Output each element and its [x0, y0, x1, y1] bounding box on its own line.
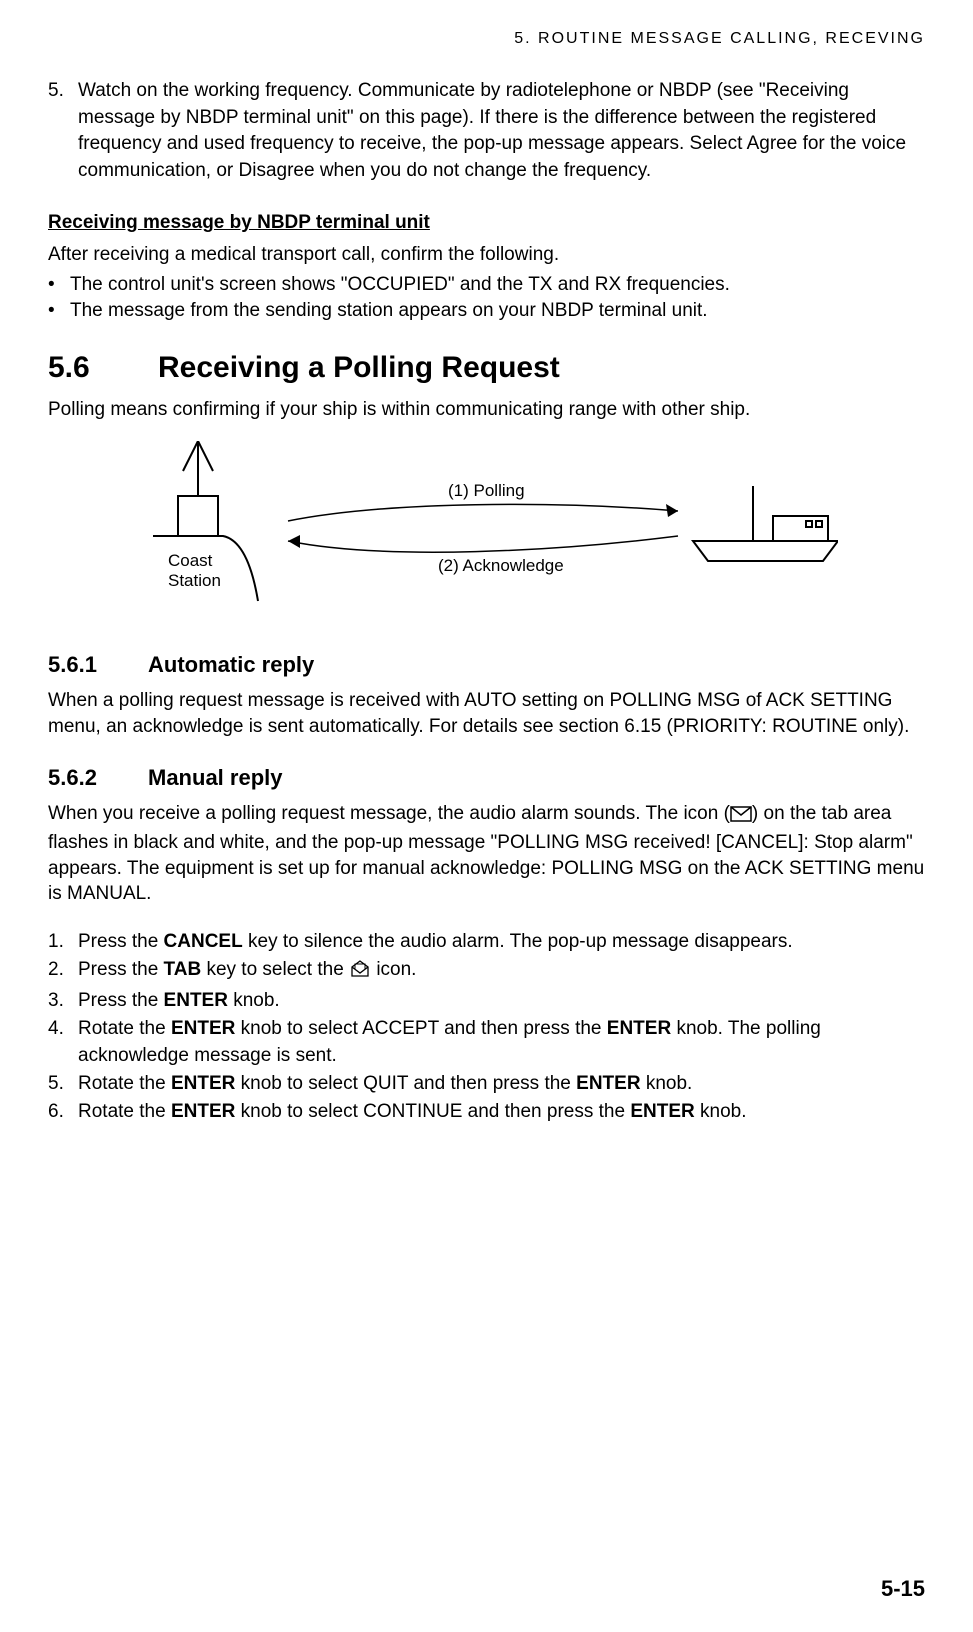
list-number: 5.	[48, 78, 78, 184]
section-number: 5.6.1	[48, 652, 148, 678]
step-item: 2. Press the TAB key to select the icon.	[48, 957, 925, 986]
step-number: 6.	[48, 1099, 78, 1125]
section-title: Receiving a Polling Request	[158, 351, 560, 384]
diagram-label-ack: (2) Acknowledge	[438, 556, 564, 575]
chapter-header: 5. ROUTINE MESSAGE CALLING, RECEVING	[48, 30, 925, 48]
paragraph: Polling means confirming if your ship is…	[48, 397, 925, 423]
step-content: Press the ENTER knob.	[78, 988, 925, 1014]
section-title: Automatic reply	[148, 652, 314, 677]
bullet-item: • The message from the sending station a…	[48, 298, 925, 324]
bullet-text: The control unit's screen shows "OCCUPIE…	[70, 272, 730, 298]
step-item: 4. Rotate the ENTER knob to select ACCEP…	[48, 1016, 925, 1068]
step-content: Press the CANCEL key to silence the audi…	[78, 929, 925, 955]
step-item: 5. Rotate the ENTER knob to select QUIT …	[48, 1071, 925, 1097]
section-heading-5-6-1: 5.6.1Automatic reply	[48, 652, 925, 678]
step-number: 3.	[48, 988, 78, 1014]
bullet-item: • The control unit's screen shows "OCCUP…	[48, 272, 925, 298]
step-content: Rotate the ENTER knob to select ACCEPT a…	[78, 1016, 925, 1068]
paragraph: When a polling request message is receiv…	[48, 688, 925, 739]
page-number: 5-15	[881, 1576, 925, 1602]
paragraph-manual-reply: When you receive a polling request messa…	[48, 801, 925, 907]
section-heading-5-6-2: 5.6.2Manual reply	[48, 765, 925, 791]
step-content: Rotate the ENTER knob to select QUIT and…	[78, 1071, 925, 1097]
step-item: 3. Press the ENTER knob.	[48, 988, 925, 1014]
diagram-svg: Coast Station (1) Polling (2) Acknowledg…	[138, 441, 838, 621]
paragraph: After receiving a medical transport call…	[48, 242, 925, 268]
bullet-dot: •	[48, 298, 70, 324]
bullet-text: The message from the sending station app…	[70, 298, 708, 324]
section-number: 5.6	[48, 351, 158, 385]
subheading-nbdp: Receiving message by NBDP terminal unit	[48, 212, 925, 234]
step-number: 2.	[48, 957, 78, 986]
step-content: Press the TAB key to select the icon.	[78, 957, 925, 986]
section-number: 5.6.2	[48, 765, 148, 791]
text-part-a: When you receive a polling request messa…	[48, 803, 730, 824]
section-title: Manual reply	[148, 765, 282, 790]
bullet-list: • The control unit's screen shows "OCCUP…	[48, 272, 925, 323]
list-text: Watch on the working frequency. Communic…	[78, 78, 925, 184]
envelope-icon	[730, 804, 752, 830]
step-item: 1. Press the CANCEL key to silence the a…	[48, 929, 925, 955]
coast-station-label-2: Station	[168, 571, 221, 590]
bullet-dot: •	[48, 272, 70, 298]
polling-diagram: Coast Station (1) Polling (2) Acknowledg…	[138, 441, 925, 626]
coast-station-label: Coast	[168, 551, 213, 570]
step-number: 1.	[48, 929, 78, 955]
section-heading-5-6: 5.6Receiving a Polling Request	[48, 351, 925, 385]
step-item: 6. Rotate the ENTER knob to select CONTI…	[48, 1099, 925, 1125]
envelope-icon	[349, 960, 371, 986]
page: 5. ROUTINE MESSAGE CALLING, RECEVING 5. …	[0, 0, 973, 1632]
diagram-label-polling: (1) Polling	[448, 481, 525, 500]
step-number: 4.	[48, 1016, 78, 1068]
list-item-5: 5. Watch on the working frequency. Commu…	[48, 78, 925, 184]
step-number: 5.	[48, 1071, 78, 1097]
manual-reply-steps: 1. Press the CANCEL key to silence the a…	[48, 929, 925, 1126]
step-content: Rotate the ENTER knob to select CONTINUE…	[78, 1099, 925, 1125]
